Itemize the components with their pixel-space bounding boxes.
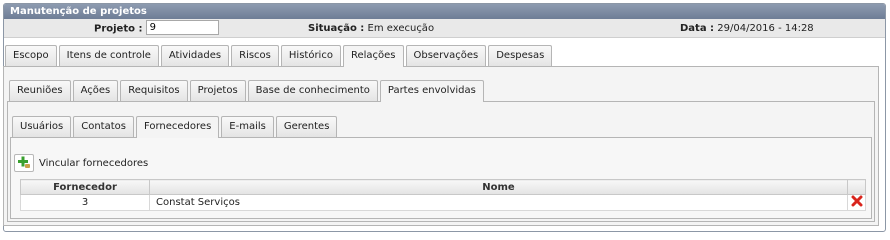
tab-acoes[interactable]: Ações <box>72 80 119 101</box>
cell-nome: Constat Serviços <box>149 194 848 211</box>
suppliers-table: Fornecedor Nome 3 Constat Serviços <box>20 179 866 211</box>
tab-observacoes[interactable]: Observações <box>405 45 487 66</box>
delete-icon <box>851 195 863 210</box>
column-header-actions <box>847 179 866 195</box>
tab-projetos[interactable]: Projetos <box>189 80 246 101</box>
column-header-nome[interactable]: Nome <box>149 179 848 195</box>
tab-relacoes[interactable]: Relações <box>342 45 404 67</box>
project-label: Projeto : <box>94 23 143 35</box>
tab-partes-envolvidas[interactable]: Partes envolvidas <box>379 80 484 102</box>
column-header-fornecedor[interactable]: Fornecedor <box>20 179 150 195</box>
tab-historico[interactable]: Histórico <box>280 45 341 66</box>
project-field: Projeto : <box>94 20 219 35</box>
tab-emails[interactable]: E-mails <box>221 116 274 137</box>
tab-riscos[interactable]: Riscos <box>231 45 279 66</box>
status-value: Em execução <box>367 23 435 34</box>
tab-escopo[interactable]: Escopo <box>5 45 57 66</box>
project-input[interactable] <box>145 20 219 35</box>
main-tabs: Escopo Itens de controle Atividades Risc… <box>5 45 554 67</box>
tab-contatos[interactable]: Contatos <box>73 116 134 137</box>
stakeholders-tabs: Usuários Contatos Fornecedores E-mails G… <box>12 116 339 138</box>
tab-requisitos[interactable]: Requisitos <box>120 80 188 101</box>
tab-fornecedores[interactable]: Fornecedores <box>135 116 220 138</box>
tab-despesas[interactable]: Despesas <box>488 45 553 66</box>
link-suppliers-label[interactable]: Vincular fornecedores <box>39 158 148 169</box>
date-field: Data : 29/04/2016 - 14:28 <box>680 23 814 34</box>
table-header-row: Fornecedor Nome <box>20 179 866 195</box>
window-title: Manutenção de projetos <box>4 4 885 19</box>
table-row[interactable]: 3 Constat Serviços <box>20 194 866 211</box>
delete-button[interactable] <box>847 194 866 211</box>
cell-fornecedor: 3 <box>20 194 150 211</box>
tab-itens-de-controle[interactable]: Itens de controle <box>58 45 159 66</box>
tab-usuarios[interactable]: Usuários <box>12 116 72 137</box>
status-field: Situação : Em execução <box>308 23 434 34</box>
project-info-bar: Projeto : Situação : Em execução Data : … <box>4 19 885 38</box>
relations-tabs: Reuniões Ações Requisitos Projetos Base … <box>9 80 486 102</box>
date-value: 29/04/2016 - 14:28 <box>717 23 814 34</box>
add-link-icon <box>17 155 31 172</box>
tab-atividades[interactable]: Atividades <box>160 45 230 66</box>
tab-base-de-conhecimento[interactable]: Base de conhecimento <box>247 80 378 101</box>
tab-gerentes[interactable]: Gerentes <box>275 116 338 137</box>
tab-reunioes[interactable]: Reuniões <box>9 80 71 101</box>
link-suppliers-button[interactable] <box>14 154 34 172</box>
date-label: Data : <box>680 23 715 34</box>
link-suppliers-action: Vincular fornecedores <box>14 154 148 172</box>
status-label: Situação : <box>308 23 365 34</box>
